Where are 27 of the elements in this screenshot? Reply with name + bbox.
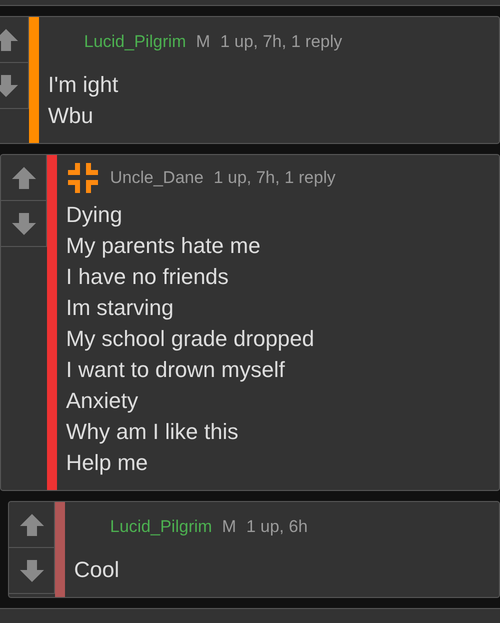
comment-text: My school grade dropped bbox=[66, 325, 316, 353]
comment-text: I have no friends bbox=[66, 263, 230, 291]
username-link[interactable]: Lucid_Pilgrim bbox=[110, 514, 212, 540]
comment-text: Dying bbox=[66, 201, 124, 229]
comment-text: Why am I like this bbox=[66, 418, 240, 446]
avatar-icon bbox=[66, 163, 100, 193]
mod-label: M bbox=[196, 31, 210, 54]
comment-meta: 1 up, 7h, 1 reply bbox=[214, 167, 336, 190]
comment-text: Help me bbox=[66, 449, 149, 477]
comment-text: My parents hate me bbox=[66, 232, 262, 260]
down-arrow-icon bbox=[10, 210, 36, 236]
comment-text: I want to drown myself bbox=[66, 356, 286, 384]
comment-meta: 1 up, 6h bbox=[246, 516, 308, 538]
comment-text: Wbu bbox=[48, 102, 94, 130]
mod-label: M bbox=[222, 516, 236, 538]
comment-meta: 1 up, 7h, 1 reply bbox=[220, 31, 342, 54]
up-arrow-icon bbox=[10, 164, 36, 190]
comment-text: Im starving bbox=[66, 294, 175, 322]
down-arrow-icon bbox=[0, 72, 18, 98]
username-link[interactable]: Uncle_Dane bbox=[110, 165, 204, 191]
username-link[interactable]: Lucid_Pilgrim bbox=[84, 29, 186, 55]
comment-text: I'm ight bbox=[48, 71, 120, 99]
comment-text: Cool bbox=[74, 556, 120, 584]
up-arrow-icon bbox=[18, 512, 44, 538]
up-arrow-icon bbox=[0, 26, 18, 52]
comment-text: Anxiety bbox=[66, 387, 140, 415]
down-arrow-icon bbox=[18, 558, 44, 584]
